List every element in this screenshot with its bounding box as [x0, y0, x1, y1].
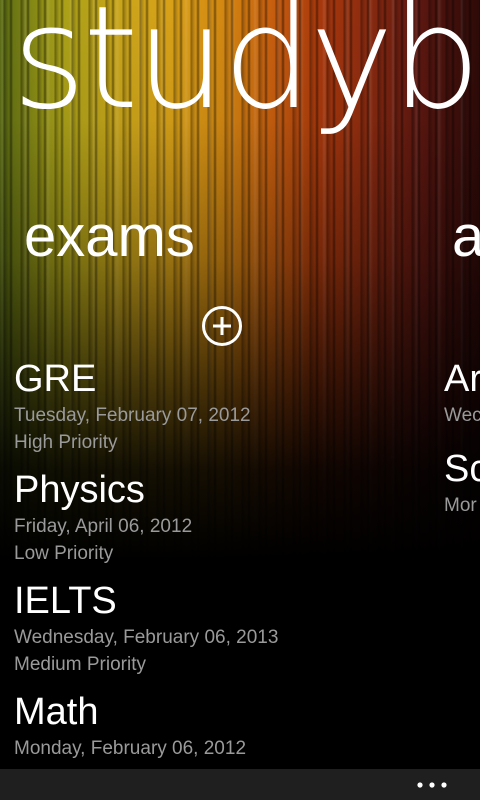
exam-title: IELTS [14, 580, 117, 622]
next-pivot-list: Ar Wec Sc Mor [444, 356, 480, 536]
exam-title: GRE [14, 358, 97, 400]
exam-priority: Medium Priority [14, 654, 146, 675]
exam-item-gre[interactable]: GRE Tuesday, February 07, 2012 High Prio… [14, 356, 434, 467]
exam-date: Friday, April 06, 2012 [14, 516, 193, 537]
exam-priority: Low Priority [14, 543, 114, 564]
next-pivot-item-title: Sc [444, 448, 480, 490]
next-pivot-item[interactable]: Ar Wec [444, 356, 480, 446]
next-pivot-item[interactable]: Sc Mor [444, 446, 480, 536]
next-pivot-item-sub: Mor [444, 495, 477, 516]
exam-date: Tuesday, February 07, 2012 [14, 405, 251, 426]
pivot-header-next[interactable]: a [452, 208, 480, 266]
app-bar-more-button[interactable] [412, 775, 452, 795]
exam-item-physics[interactable]: Physics Friday, April 06, 2012 Low Prior… [14, 467, 434, 578]
exam-date: Monday, February 06, 2012 [14, 738, 247, 759]
add-exam-button[interactable] [202, 306, 242, 346]
exam-list: GRE Tuesday, February 07, 2012 High Prio… [14, 356, 434, 800]
app-screen: studyb exams a GRE Tuesday, February 07,… [0, 0, 480, 800]
app-bar [0, 769, 480, 800]
ellipsis-icon [417, 782, 447, 788]
pivot-header-exams[interactable]: exams [24, 208, 195, 266]
next-pivot-item-title: Ar [444, 358, 480, 400]
next-pivot-item-sub: Wec [444, 405, 480, 426]
exam-priority: High Priority [14, 432, 118, 453]
exam-date: Wednesday, February 06, 2013 [14, 627, 279, 648]
exam-title: Math [14, 691, 99, 733]
exam-title: Physics [14, 469, 145, 511]
exam-item-ielts[interactable]: IELTS Wednesday, February 06, 2013 Mediu… [14, 578, 434, 689]
add-circle-icon [213, 317, 231, 335]
app-title: studyb [12, 0, 480, 141]
